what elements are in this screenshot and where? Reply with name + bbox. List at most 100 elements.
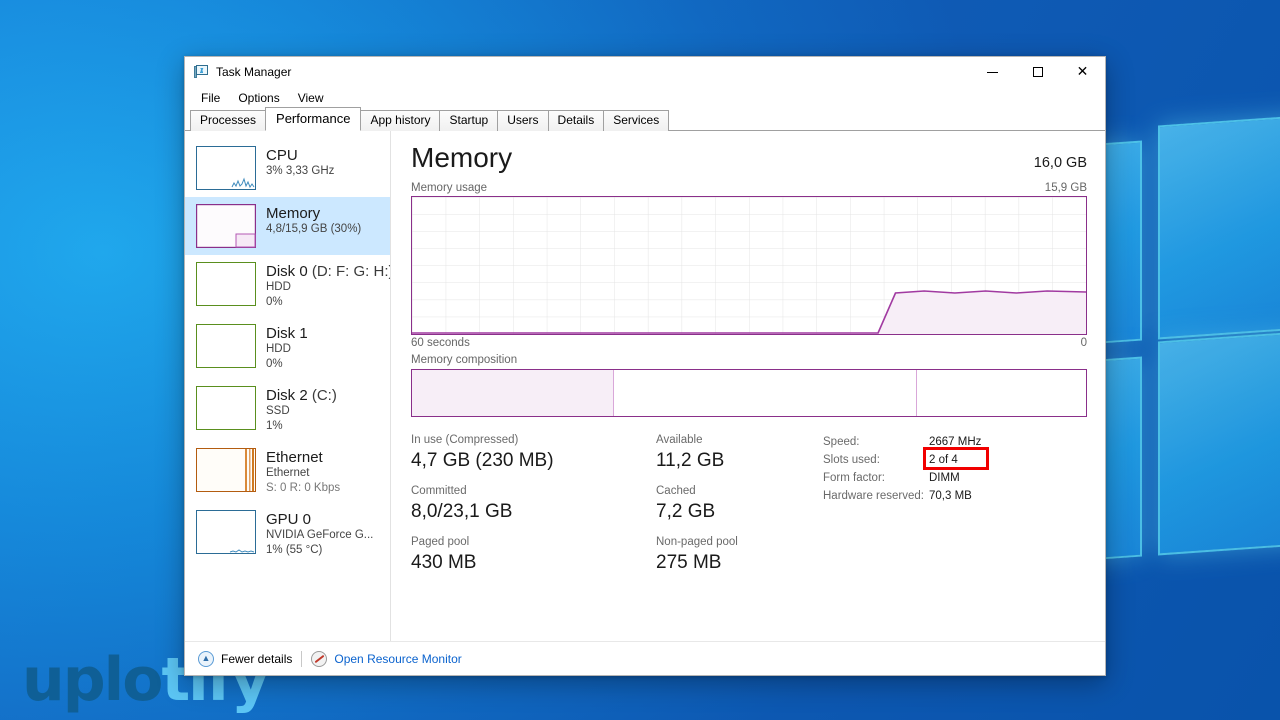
panel-header: Memory 16,0 GB — [411, 141, 1087, 175]
stat-speed: Speed: 2667 MHz — [823, 433, 1087, 451]
sidebar-item-gpu-0[interactable]: GPU 0 NVIDIA GeForce G... 1% (55 °C) — [185, 503, 390, 565]
sidebar-item-memory[interactable]: Memory 4,8/15,9 GB (30%) — [185, 197, 390, 255]
cpu-thumbnail-graph — [196, 146, 256, 190]
stat-hardware-reserved-label: Hardware reserved: — [823, 490, 924, 502]
stat-committed-label: Committed — [411, 485, 467, 497]
stat-available: Available 11,2 GB — [656, 432, 821, 473]
stat-in-use: In use (Compressed) 4,7 GB (230 MB) — [411, 432, 656, 473]
composition-segment-free — [917, 370, 1086, 416]
maximize-button[interactable] — [1015, 57, 1060, 87]
graph-y-max: 15,9 GB — [1044, 182, 1087, 194]
menu-bar: File Options View — [185, 87, 1105, 109]
menu-item-options[interactable]: Options — [231, 89, 286, 107]
sidebar-disk-0-sub2: 0% — [266, 296, 283, 308]
stat-available-label: Available — [656, 434, 703, 446]
memory-usage-graph — [411, 196, 1087, 335]
sidebar-disk-2-sub1: SSD — [266, 405, 290, 417]
graph-title: Memory usage — [411, 182, 488, 194]
stat-form-factor-label: Form factor: — [823, 472, 885, 484]
tab-performance[interactable]: Performance — [265, 107, 362, 131]
sidebar-item-disk-2[interactable]: Disk 2 (C:) SSD 1% — [185, 379, 390, 441]
stat-paged-pool-label: Paged pool — [411, 536, 470, 548]
sidebar-memory-title: Memory — [266, 205, 321, 222]
tab-details[interactable]: Details — [547, 110, 605, 131]
stat-paged-pool-value: 430 MB — [411, 552, 477, 573]
window-footer: ▲ Fewer details Open Resource Monitor — [185, 641, 1105, 675]
graph-axis-right: 0 — [1080, 337, 1087, 349]
stat-committed: Committed 8,0/23,1 GB — [411, 483, 656, 524]
sidebar-disk-1-sub1: HDD — [266, 343, 291, 355]
tab-processes[interactable]: Processes — [190, 110, 267, 131]
memory-composition-label: Memory composition — [411, 354, 518, 366]
task-manager-icon — [193, 64, 209, 80]
sidebar-cpu-sub: 3% 3,33 GHz — [266, 165, 335, 177]
sidebar-item-cpu[interactable]: CPU 3% 3,33 GHz — [185, 139, 390, 197]
stat-slots-used: Slots used: 2 of 4 — [823, 451, 1087, 469]
close-button[interactable]: ✕ — [1060, 57, 1105, 87]
tab-strip: Processes Performance App history Startu… — [185, 107, 1105, 131]
stat-slots-used-label: Slots used: — [823, 454, 880, 466]
graph-axis-row: 60 seconds 0 — [411, 337, 1087, 349]
sidebar-item-disk-0[interactable]: Disk 0 (D: F: G: H:) HDD 0% — [185, 255, 390, 317]
sidebar-disk-0-sub1: HDD — [266, 281, 291, 293]
composition-segment-in-use — [412, 370, 615, 416]
title-bar[interactable]: Task Manager ✕ — [185, 57, 1105, 87]
sidebar-item-ethernet[interactable]: Ethernet Ethernet S: 0 R: 0 Kbps — [185, 441, 390, 503]
memory-stats: In use (Compressed) 4,7 GB (230 MB) Comm… — [411, 432, 1087, 585]
tab-app-history[interactable]: App history — [360, 110, 441, 131]
sidebar-ethernet-title: Ethernet — [266, 449, 323, 466]
composition-segment-available — [614, 370, 918, 416]
stat-cached-label: Cached — [656, 485, 696, 497]
stat-form-factor-value: DIMM — [929, 472, 960, 484]
sidebar-gpu-0-sub1: NVIDIA GeForce G... — [266, 529, 374, 541]
memory-composition-bar[interactable] — [411, 369, 1087, 417]
stat-non-paged-pool-value: 275 MB — [656, 552, 722, 573]
sidebar-cpu-title: CPU — [266, 147, 298, 164]
stat-committed-value: 8,0/23,1 GB — [411, 501, 513, 522]
open-resource-monitor-button[interactable]: Open Resource Monitor — [311, 650, 462, 667]
watermark-part-a: uplo — [22, 645, 163, 715]
sidebar-disk-2-title: Disk 2 (C:) — [266, 387, 337, 404]
chevron-up-circle-icon: ▲ — [198, 650, 214, 667]
sidebar-gpu-0-title: GPU 0 — [266, 511, 312, 528]
tab-services[interactable]: Services — [603, 110, 670, 131]
fewer-details-label: Fewer details — [221, 651, 293, 666]
tab-users[interactable]: Users — [497, 110, 549, 131]
disk-0-thumbnail-graph — [196, 262, 256, 306]
sidebar-disk-1-sub2: 0% — [266, 358, 283, 370]
fewer-details-button[interactable]: ▲ Fewer details — [198, 650, 293, 667]
sidebar-item-disk-1[interactable]: Disk 1 HDD 0% — [185, 317, 390, 379]
stat-non-paged-pool-label: Non-paged pool — [656, 536, 738, 548]
stat-speed-value: 2667 MHz — [929, 436, 982, 448]
graph-axis-left: 60 seconds — [411, 337, 470, 349]
graph-label-row: Memory usage 15,9 GB — [411, 182, 1087, 194]
tab-startup[interactable]: Startup — [439, 110, 499, 131]
stat-cached: Cached 7,2 GB — [656, 483, 821, 524]
stat-in-use-value: 4,7 GB (230 MB) — [411, 450, 554, 471]
stat-paged-pool: Paged pool 430 MB — [411, 534, 656, 575]
page-title: Memory — [411, 142, 513, 173]
ethernet-thumbnail-graph — [196, 448, 256, 492]
sidebar-disk-2-sub2: 1% — [266, 420, 283, 432]
window-controls: ✕ — [970, 57, 1105, 87]
sidebar-disk-0-title: Disk 0 (D: F: G: H:) — [266, 263, 391, 280]
stat-cached-value: 7,2 GB — [656, 501, 716, 522]
minimize-button[interactable] — [970, 57, 1015, 87]
menu-item-view[interactable]: View — [291, 89, 331, 107]
sidebar-disk-1-title: Disk 1 — [266, 325, 308, 342]
memory-usage-plot — [412, 197, 1086, 334]
sidebar-ethernet-sub1: Ethernet — [266, 467, 310, 479]
stat-in-use-label: In use (Compressed) — [411, 434, 519, 446]
open-resource-monitor-label: Open Resource Monitor — [334, 651, 462, 666]
slots-used-value: 2 of 4 — [929, 454, 958, 466]
stats-column-right: Speed: 2667 MHz Slots used: 2 of 4 Form … — [821, 432, 1087, 585]
gpu-0-thumbnail-graph — [196, 510, 256, 554]
total-memory-capacity: 16,0 GB — [1033, 155, 1087, 171]
sidebar-memory-sub: 4,8/15,9 GB (30%) — [266, 223, 362, 235]
stats-column-left: In use (Compressed) 4,7 GB (230 MB) Comm… — [411, 432, 656, 585]
menu-item-file[interactable]: File — [194, 89, 227, 107]
stat-hardware-reserved: Hardware reserved: 70,3 MB — [823, 487, 1087, 505]
stat-non-paged-pool: Non-paged pool 275 MB — [656, 534, 821, 575]
resource-sidebar: CPU 3% 3,33 GHz Memory 4,8/15,9 GB (30%) — [185, 131, 391, 641]
stat-speed-label: Speed: — [823, 436, 860, 448]
